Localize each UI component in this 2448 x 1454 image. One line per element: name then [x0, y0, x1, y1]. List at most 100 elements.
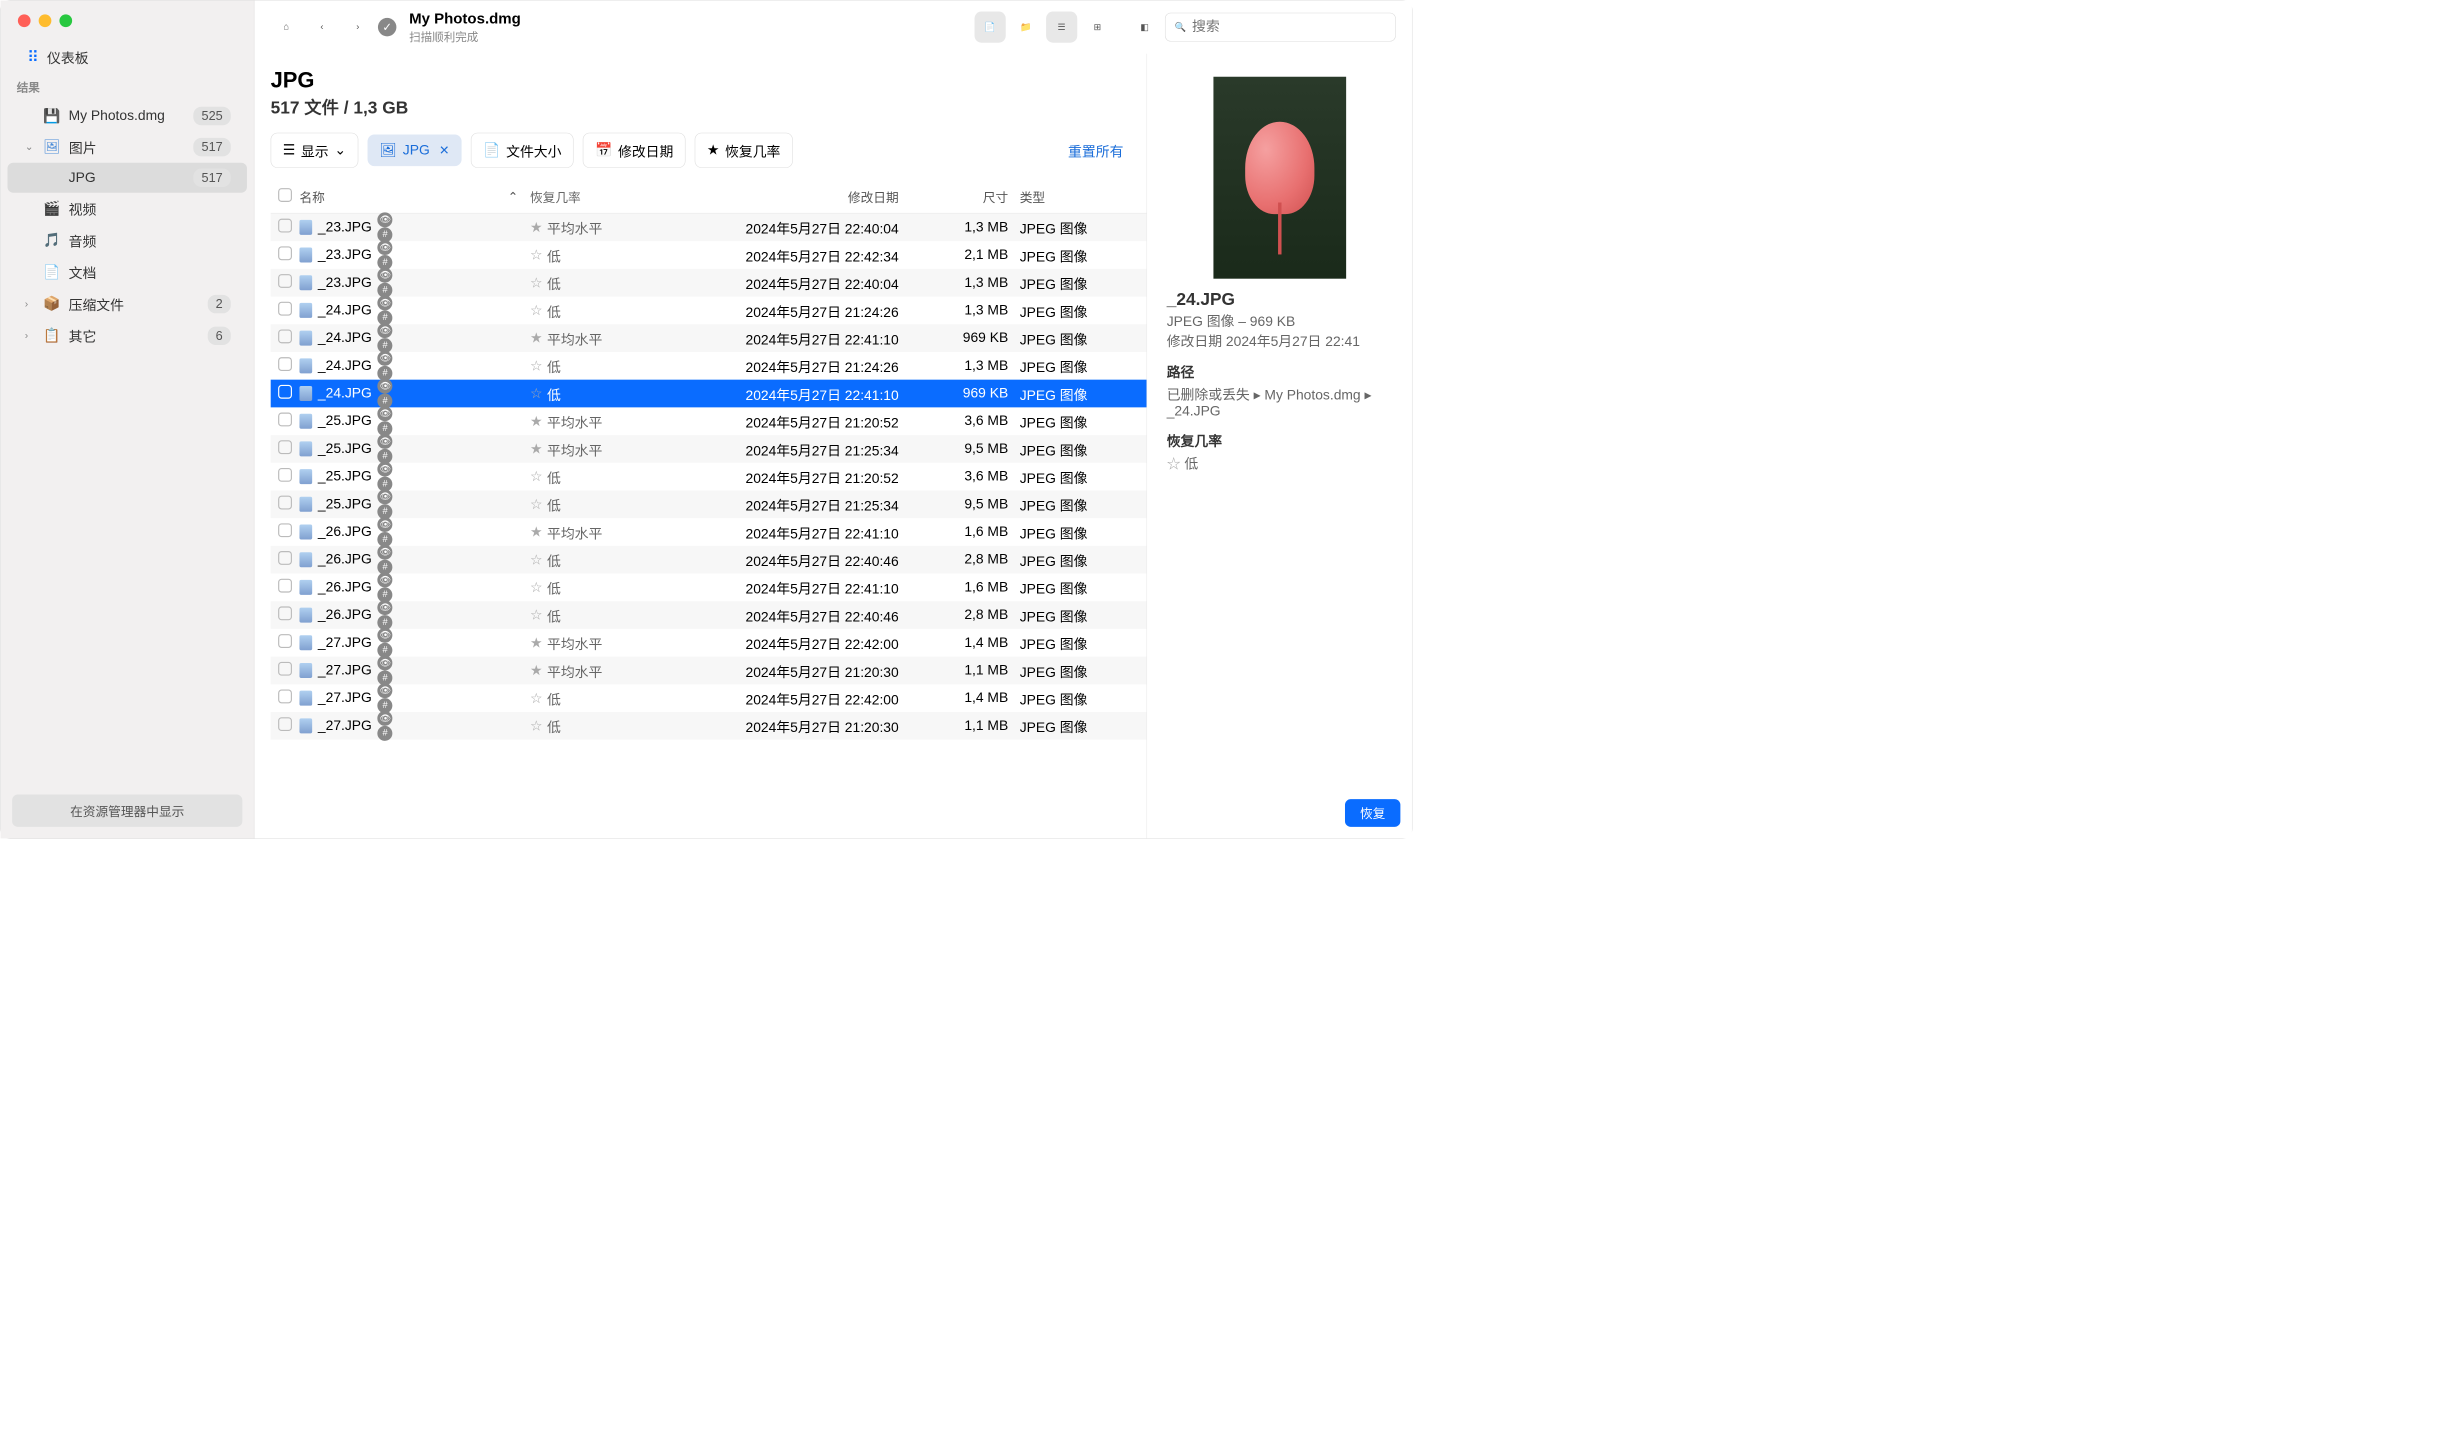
table-row[interactable]: _26.JPG👁#★平均水平2024年5月27日 22:41:101,6 MBJ… [271, 518, 1147, 546]
filter-recovery[interactable]: ★恢复几率 [695, 133, 793, 168]
sidebar-item-7[interactable]: ›📋其它6 [8, 320, 247, 352]
table-row[interactable]: _25.JPG👁#☆低2024年5月27日 21:20:523,6 MBJPEG… [271, 463, 1147, 491]
maximize-window[interactable] [59, 14, 72, 27]
sidebar-item-2[interactable]: JPG517 [8, 163, 247, 193]
row-checkbox[interactable] [278, 551, 292, 565]
preview-icon[interactable]: 👁 [378, 323, 393, 338]
preview-icon[interactable]: 👁 [378, 517, 393, 532]
col-type[interactable]: 类型 [1020, 188, 1147, 206]
table-row[interactable]: _27.JPG👁#☆低2024年5月27日 21:20:301,1 MBJPEG… [271, 712, 1147, 740]
row-checkbox[interactable] [278, 218, 292, 232]
preview-icon[interactable]: 👁 [378, 489, 393, 504]
row-checkbox[interactable] [278, 357, 292, 371]
sidebar-item-1[interactable]: ⌄🖼图片517 [8, 131, 247, 163]
row-checkbox[interactable] [278, 495, 292, 509]
row-checkbox[interactable] [278, 468, 292, 482]
table-row[interactable]: _24.JPG👁#☆低2024年5月27日 21:24:261,3 MBJPEG… [271, 352, 1147, 380]
row-checkbox[interactable] [278, 246, 292, 260]
search-input[interactable] [1192, 19, 1386, 35]
preview-icon[interactable]: 👁 [378, 655, 393, 670]
row-checkbox[interactable] [278, 523, 292, 537]
table-row[interactable]: _23.JPG👁#★平均水平2024年5月27日 22:40:041,3 MBJ… [271, 213, 1147, 241]
preview-icon[interactable]: 👁 [378, 628, 393, 643]
view-folder-button[interactable]: 📁 [1010, 12, 1041, 43]
window-controls [1, 1, 254, 41]
preview-icon[interactable]: 👁 [378, 240, 393, 255]
type-value: JPEG 图像 [1020, 217, 1147, 237]
row-checkbox[interactable] [278, 385, 292, 399]
view-grid-button[interactable]: ⊞ [1082, 12, 1113, 43]
col-date[interactable]: 修改日期 [668, 188, 904, 206]
preview-icon[interactable]: 👁 [378, 572, 393, 587]
filter-jpg[interactable]: 🖼JPG✕ [367, 134, 461, 166]
row-checkbox[interactable] [278, 606, 292, 620]
table-row[interactable]: _25.JPG👁#☆低2024年5月27日 21:25:349,5 MBJPEG… [271, 490, 1147, 518]
table-row[interactable]: _24.JPG👁#☆低2024年5月27日 22:41:10969 KBJPEG… [271, 380, 1147, 408]
table-row[interactable]: _25.JPG👁#★平均水平2024年5月27日 21:20:523,6 MBJ… [271, 407, 1147, 435]
back-button[interactable]: ‹ [306, 12, 337, 43]
table-row[interactable]: _23.JPG👁#☆低2024年5月27日 22:40:041,3 MBJPEG… [271, 269, 1147, 297]
table-row[interactable]: _27.JPG👁#★平均水平2024年5月27日 22:42:001,4 MBJ… [271, 629, 1147, 657]
search-box[interactable]: 🔍 [1165, 13, 1396, 42]
row-checkbox[interactable] [278, 274, 292, 288]
table-row[interactable]: _24.JPG👁#☆低2024年5月27日 21:24:261,3 MBJPEG… [271, 297, 1147, 325]
table-row[interactable]: _26.JPG👁#☆低2024年5月27日 22:40:462,8 MBJPEG… [271, 601, 1147, 629]
row-checkbox[interactable] [278, 301, 292, 315]
preview-icon[interactable]: 👁 [378, 683, 393, 698]
filter-show[interactable]: ☰显示⌄ [271, 133, 358, 168]
preview-icon[interactable]: 👁 [378, 379, 393, 394]
preview-icon[interactable]: 👁 [378, 212, 393, 227]
size-value: 1,6 MB [904, 524, 1019, 540]
select-all-checkbox[interactable] [278, 188, 292, 202]
row-checkbox[interactable] [278, 634, 292, 648]
forward-button[interactable]: › [342, 12, 373, 43]
preview-icon[interactable]: 👁 [378, 406, 393, 421]
view-doc-button[interactable]: 📄 [975, 12, 1006, 43]
row-checkbox[interactable] [278, 329, 292, 343]
preview-icon[interactable]: 👁 [378, 295, 393, 310]
sidebar-item-0[interactable]: 💾My Photos.dmg525 [8, 101, 247, 131]
table-row[interactable]: _24.JPG👁#★平均水平2024年5月27日 22:41:10969 KBJ… [271, 324, 1147, 352]
table-row[interactable]: _27.JPG👁#☆低2024年5月27日 22:42:001,4 MBJPEG… [271, 684, 1147, 712]
row-checkbox[interactable] [278, 440, 292, 454]
row-checkbox[interactable] [278, 578, 292, 592]
sidebar-item-4[interactable]: 🎵音频 [8, 224, 247, 256]
preview-icon[interactable]: 👁 [378, 351, 393, 366]
filter-date[interactable]: 📅修改日期 [583, 133, 686, 168]
preview-icon[interactable]: 👁 [378, 545, 393, 560]
file-icon [299, 220, 312, 235]
row-checkbox[interactable] [278, 662, 292, 676]
sidebar-item-3[interactable]: 🎬视频 [8, 193, 247, 225]
table-row[interactable]: _23.JPG👁#☆低2024年5月27日 22:42:342,1 MBJPEG… [271, 241, 1147, 269]
hash-icon[interactable]: # [378, 726, 393, 741]
row-checkbox[interactable] [278, 717, 292, 731]
sidebar-section: 结果 [1, 73, 254, 101]
preview-icon[interactable]: 👁 [378, 711, 393, 726]
preview-icon[interactable]: 👁 [378, 434, 393, 449]
recover-button[interactable]: 恢复 [1345, 799, 1400, 827]
sidebar-dashboard[interactable]: ⠿ 仪表板 [8, 41, 247, 73]
row-checkbox[interactable] [278, 689, 292, 703]
preview-icon[interactable]: 👁 [378, 268, 393, 283]
preview-icon[interactable]: 👁 [378, 462, 393, 477]
close-icon[interactable]: ✕ [439, 143, 450, 158]
show-in-explorer-button[interactable]: 在资源管理器中显示 [12, 795, 242, 827]
sidebar-item-6[interactable]: ›📦压缩文件2 [8, 288, 247, 320]
col-name[interactable]: 名称 ⌃ [299, 188, 529, 206]
table-row[interactable]: _26.JPG👁#☆低2024年5月27日 22:40:462,8 MBJPEG… [271, 546, 1147, 574]
toggle-panel-button[interactable]: ◧ [1129, 12, 1160, 43]
home-button[interactable]: ⌂ [271, 12, 302, 43]
row-checkbox[interactable] [278, 412, 292, 426]
col-recovery[interactable]: 恢复几率 [530, 188, 668, 206]
col-size[interactable]: 尺寸 [904, 188, 1019, 206]
view-list-button[interactable]: ☰ [1046, 12, 1077, 43]
preview-icon[interactable]: 👁 [378, 600, 393, 615]
close-window[interactable] [18, 14, 31, 27]
filter-size[interactable]: 📄文件大小 [471, 133, 574, 168]
sidebar-item-5[interactable]: 📄文档 [8, 256, 247, 288]
table-row[interactable]: _26.JPG👁#☆低2024年5月27日 22:41:101,6 MBJPEG… [271, 574, 1147, 602]
minimize-window[interactable] [39, 14, 52, 27]
table-row[interactable]: _25.JPG👁#★平均水平2024年5月27日 21:25:349,5 MBJ… [271, 435, 1147, 463]
reset-filters[interactable]: 重置所有 [1068, 140, 1123, 160]
table-row[interactable]: _27.JPG👁#★平均水平2024年5月27日 21:20:301,1 MBJ… [271, 657, 1147, 685]
